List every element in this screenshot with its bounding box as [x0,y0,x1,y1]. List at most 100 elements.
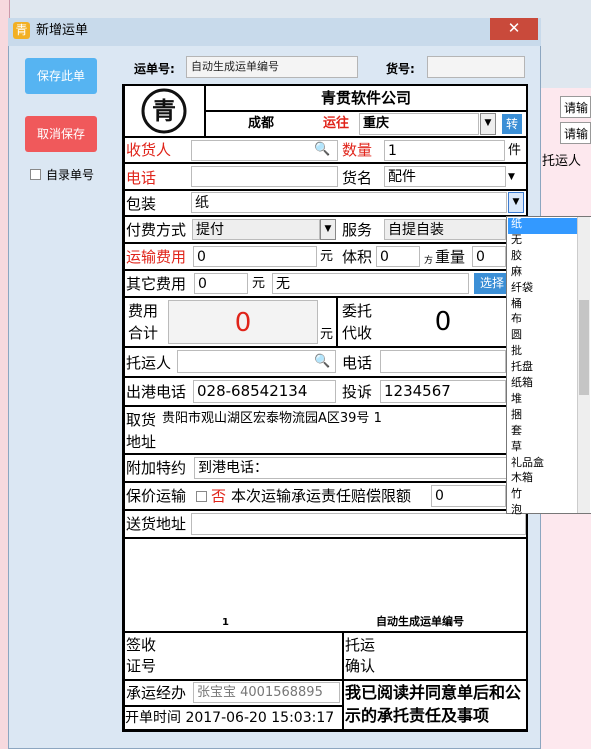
route-dropdown-icon[interactable]: ▼ [480,113,496,135]
search-icon[interactable]: 🔍 [314,140,330,160]
shipper-search-icon[interactable]: 🔍 [314,352,330,372]
company-name: 青贯软件公司 [206,86,526,110]
pack-option[interactable]: 无 [511,232,522,248]
save-button[interactable]: 保存此单 [25,58,97,94]
waybill-label: 运单号: [134,62,175,76]
service-select[interactable]: 自提自装 [384,219,506,240]
manual-number-checkbox[interactable] [30,169,41,180]
app-icon: 青 [13,22,30,39]
pack-option[interactable]: 批 [511,343,522,359]
other-label: 其它费用 [126,275,187,293]
cargo-field[interactable] [427,56,525,78]
route-from: 成都 [248,116,275,131]
other-desc-input[interactable]: 无 [272,273,469,294]
pay-label: 付费方式 [126,221,187,239]
pack-option[interactable]: 木箱 [511,470,533,486]
route-to-select[interactable]: 重庆 [359,113,479,135]
manual-number-label: 自录单号 [46,168,95,182]
shipper-input[interactable] [177,350,336,373]
waybill-field[interactable]: 自动生成运单编号 [186,56,358,78]
complaint-input[interactable]: 1234567 [380,380,506,403]
pack-option[interactable]: 圆 [511,327,522,343]
delivery-label: 送货地址 [126,515,187,533]
sign-cell [125,633,342,679]
close-button[interactable]: ✕ [490,18,538,40]
svg-text:青: 青 [152,97,176,125]
pack-option[interactable]: 竹 [511,486,522,502]
logo-cell: 青 [125,86,204,136]
pack-option[interactable]: 托盘 [511,359,533,375]
volume-input[interactable]: 0 [376,246,420,267]
goods-dropdown-icon[interactable]: ▼ [508,168,515,186]
bg-input-2: 请输 [560,122,591,144]
port-phone-input[interactable]: 028-68542134 [193,380,336,403]
receiver-label: 收货人 [126,141,172,159]
pack-option[interactable]: 草 [511,439,522,455]
bg-input-1: 请输 [560,96,591,118]
handler-label: 承运经办 [126,684,187,702]
extra-input[interactable]: 到港电话： [194,457,526,479]
pack-dropdown-icon[interactable]: ▼ [508,192,524,213]
cancel-button[interactable]: 取消保存 [25,116,97,152]
total-value: 0 [168,300,318,344]
pack-option[interactable]: 纸箱 [511,375,533,391]
port-phone-label: 出港电话 [126,383,187,401]
volume-unit: 方 [424,256,434,266]
shipper-phone-label: 电话 [342,354,373,372]
insure-input[interactable]: 0 [431,485,506,507]
pack-option[interactable]: 桶 [511,296,522,312]
qty-unit: 件 [508,143,522,158]
pack-option[interactable]: 礼品盒 [511,455,544,471]
pack-select[interactable]: 纸 [191,192,507,213]
insure-text: 本次运输承运责任赔偿限额 [231,487,412,505]
weight-label: 重量 [435,248,466,266]
shipper-phone-input[interactable] [380,350,506,373]
pack-option[interactable]: 布 [511,311,522,327]
handler-input[interactable]: 张宝宝 4001568895 [193,682,340,703]
pack-option[interactable]: 麻 [511,264,522,280]
pack-option[interactable]: 纸 [511,216,522,232]
agreement-text: 我已阅读并同意单后和公示的承托责任及事项 [344,681,526,729]
pack-option[interactable]: 套 [511,423,522,439]
company-logo: 青 [141,88,187,134]
cargo-label: 货号: [386,62,415,76]
dialog-title: 新增运单 [36,23,89,38]
phone-label: 电话 [126,169,157,187]
pack-option[interactable]: 泡 [511,502,522,518]
qty-label: 数量 [342,141,373,159]
goods-label: 货名 [342,169,373,187]
pay-dropdown-icon[interactable]: ▼ [320,219,336,240]
freight-unit: 元 [320,249,334,264]
pack-option[interactable]: 纤袋 [511,280,533,296]
pickup-input[interactable]: 贵阳市观山湖区宏泰物流园A区39号 1 [162,409,526,451]
transfer-button[interactable]: 转 [502,114,522,134]
pickup-label: 取货 地址 [126,411,157,451]
pack-option[interactable]: 胶 [511,248,522,264]
confirm-label: 托运 确认 [345,636,376,675]
pack-option[interactable]: 捆 [511,407,522,423]
collect-value[interactable]: 0 [380,300,506,344]
pack-option[interactable]: 堆 [511,391,522,407]
delivery-input[interactable] [191,513,526,535]
insure-checkbox[interactable] [196,491,207,502]
freight-label: 运输费用 [126,248,187,266]
route-label: 运往 [323,116,350,131]
other-unit: 元 [252,276,266,291]
print-code: 自动生成运单编号 [376,615,464,628]
qty-input[interactable]: 1 [384,140,505,161]
choose-button[interactable]: 选择 [474,273,510,294]
scrollbar-thumb[interactable] [579,300,589,395]
goods-select[interactable]: 配件 [384,166,506,187]
other-input[interactable]: 0 [194,273,248,294]
sign-label: 签收 证号 [126,636,157,675]
insure-no: 否 [211,487,227,505]
phone-input[interactable] [191,166,338,187]
freight-input[interactable]: 0 [193,246,317,267]
pay-select[interactable]: 提付 [192,219,320,240]
extra-label: 附加特约 [126,459,187,477]
volume-label: 体积 [342,248,373,266]
created-time: 开单时间 2017-06-20 15:03:17 [125,707,342,729]
weight-input[interactable]: 0 [472,246,506,267]
service-label: 服务 [342,221,373,239]
print-area [125,539,526,631]
